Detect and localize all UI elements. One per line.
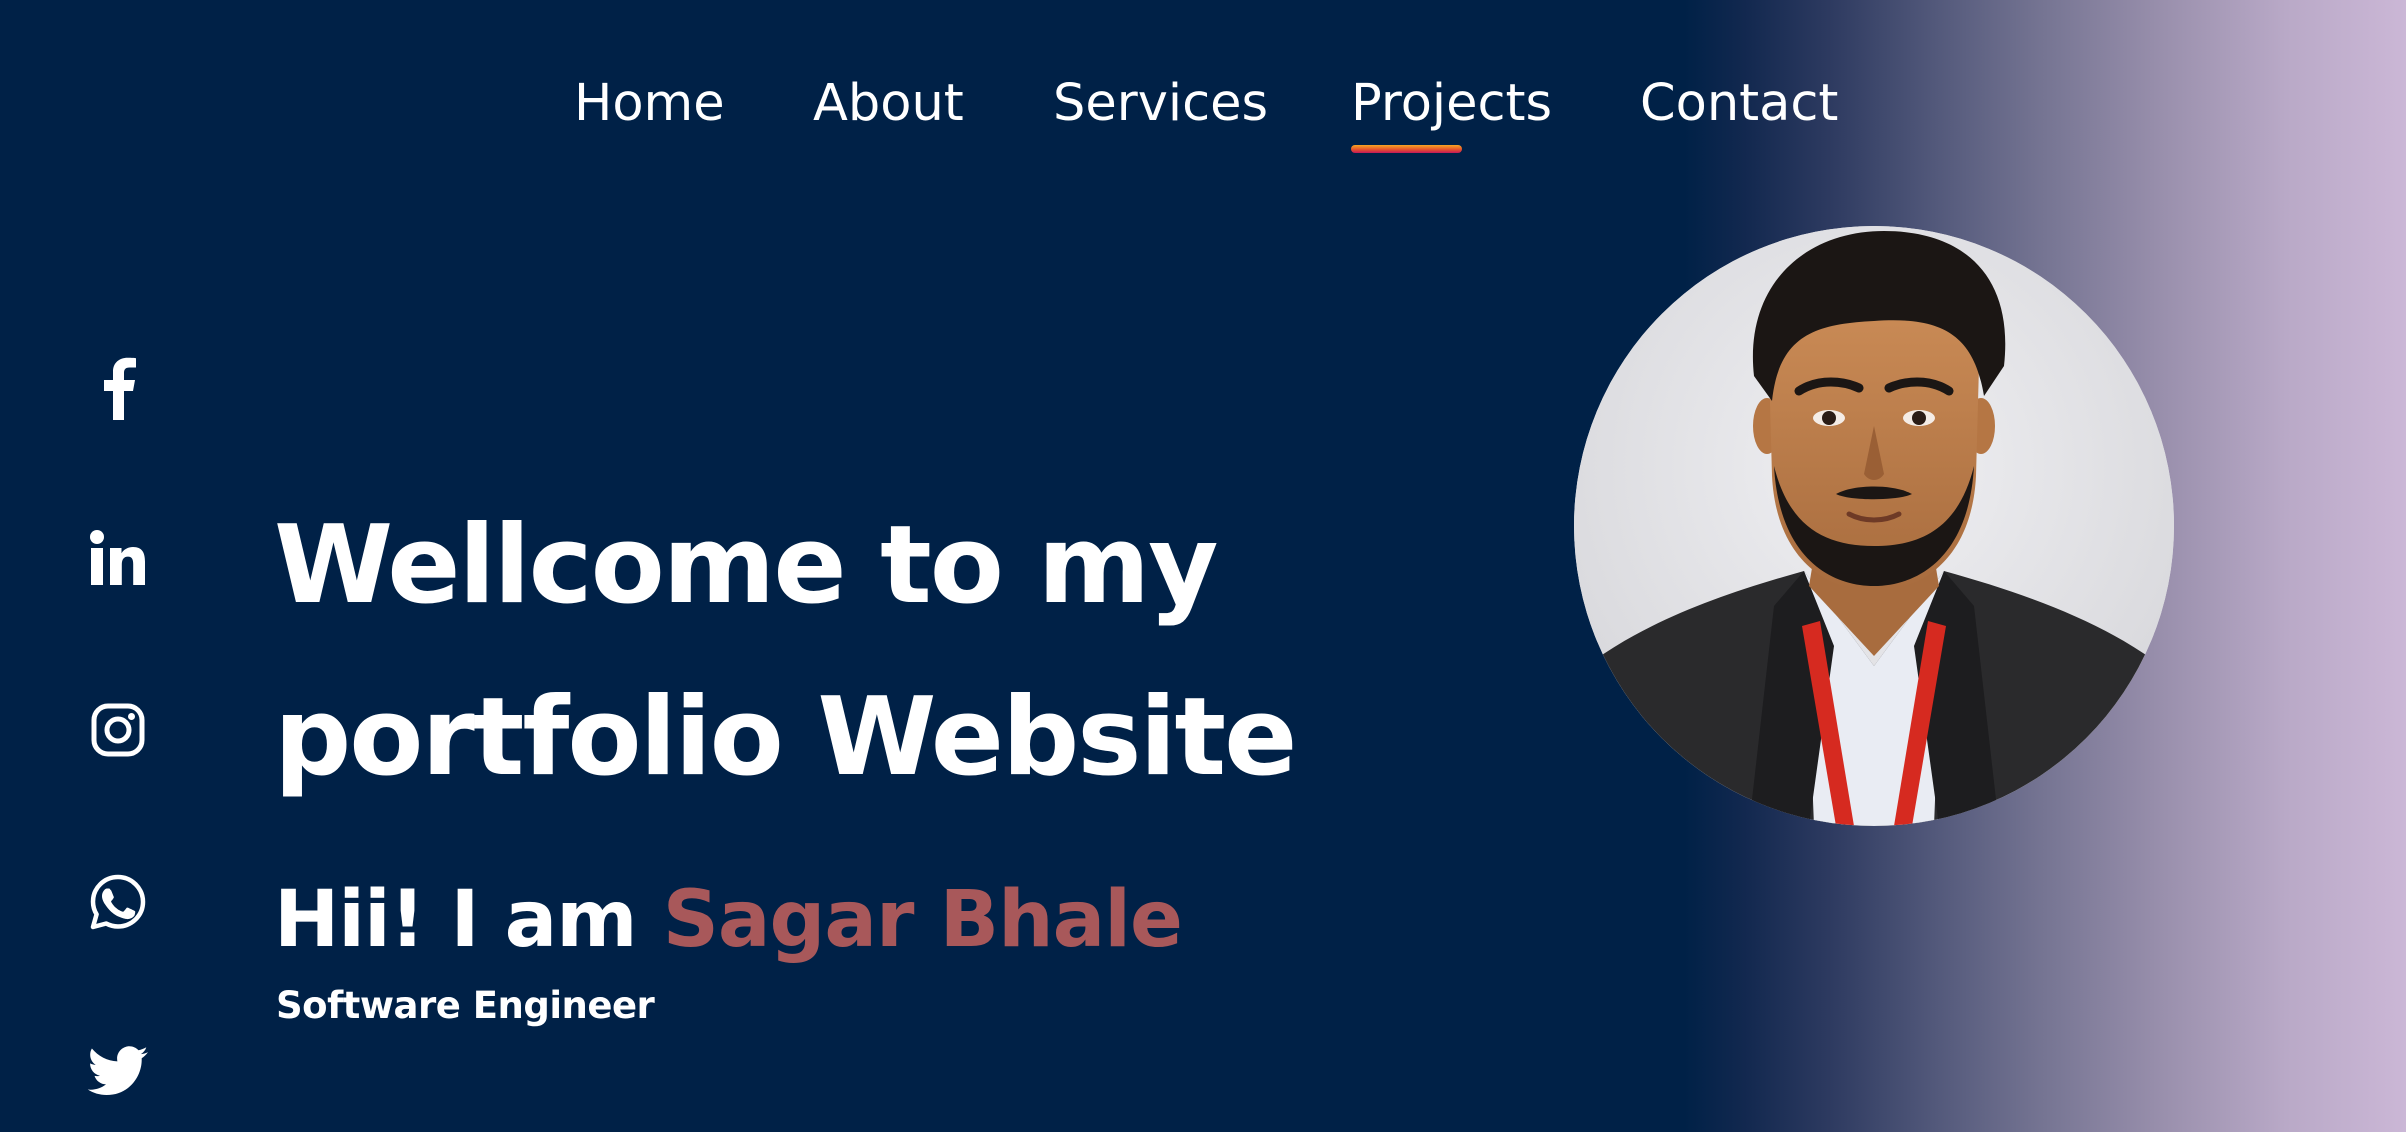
twitter-icon[interactable] <box>86 1040 150 1104</box>
hero-headline: Wellcome to my portfolio Website <box>274 480 1374 824</box>
nav-home-link[interactable]: Home <box>574 74 725 134</box>
main-nav: Home About Services Projects Contact <box>0 74 2406 154</box>
greeting-prefix: Hii! I am <box>274 875 663 965</box>
job-title: Software Engineer <box>276 984 655 1027</box>
hero-headline-line-1: Wellcome to my <box>274 503 1219 628</box>
linkedin-icon[interactable] <box>86 526 150 590</box>
nav-about-link[interactable]: About <box>813 74 964 134</box>
facebook-icon[interactable] <box>86 356 150 420</box>
hero-headline-line-2: portfolio Website <box>274 675 1297 800</box>
nav-services-link[interactable]: Services <box>1053 74 1268 134</box>
hero-greeting: Hii! I am Sagar Bhale <box>274 870 1183 970</box>
active-nav-underline <box>1351 145 1462 153</box>
instagram-icon[interactable] <box>86 698 150 762</box>
nav-projects-link[interactable]: Projects <box>1351 74 1552 134</box>
profile-photo <box>1574 226 2174 826</box>
person-name: Sagar Bhale <box>662 875 1183 965</box>
nav-contact-link[interactable]: Contact <box>1640 74 1838 134</box>
whatsapp-icon[interactable] <box>86 870 150 934</box>
